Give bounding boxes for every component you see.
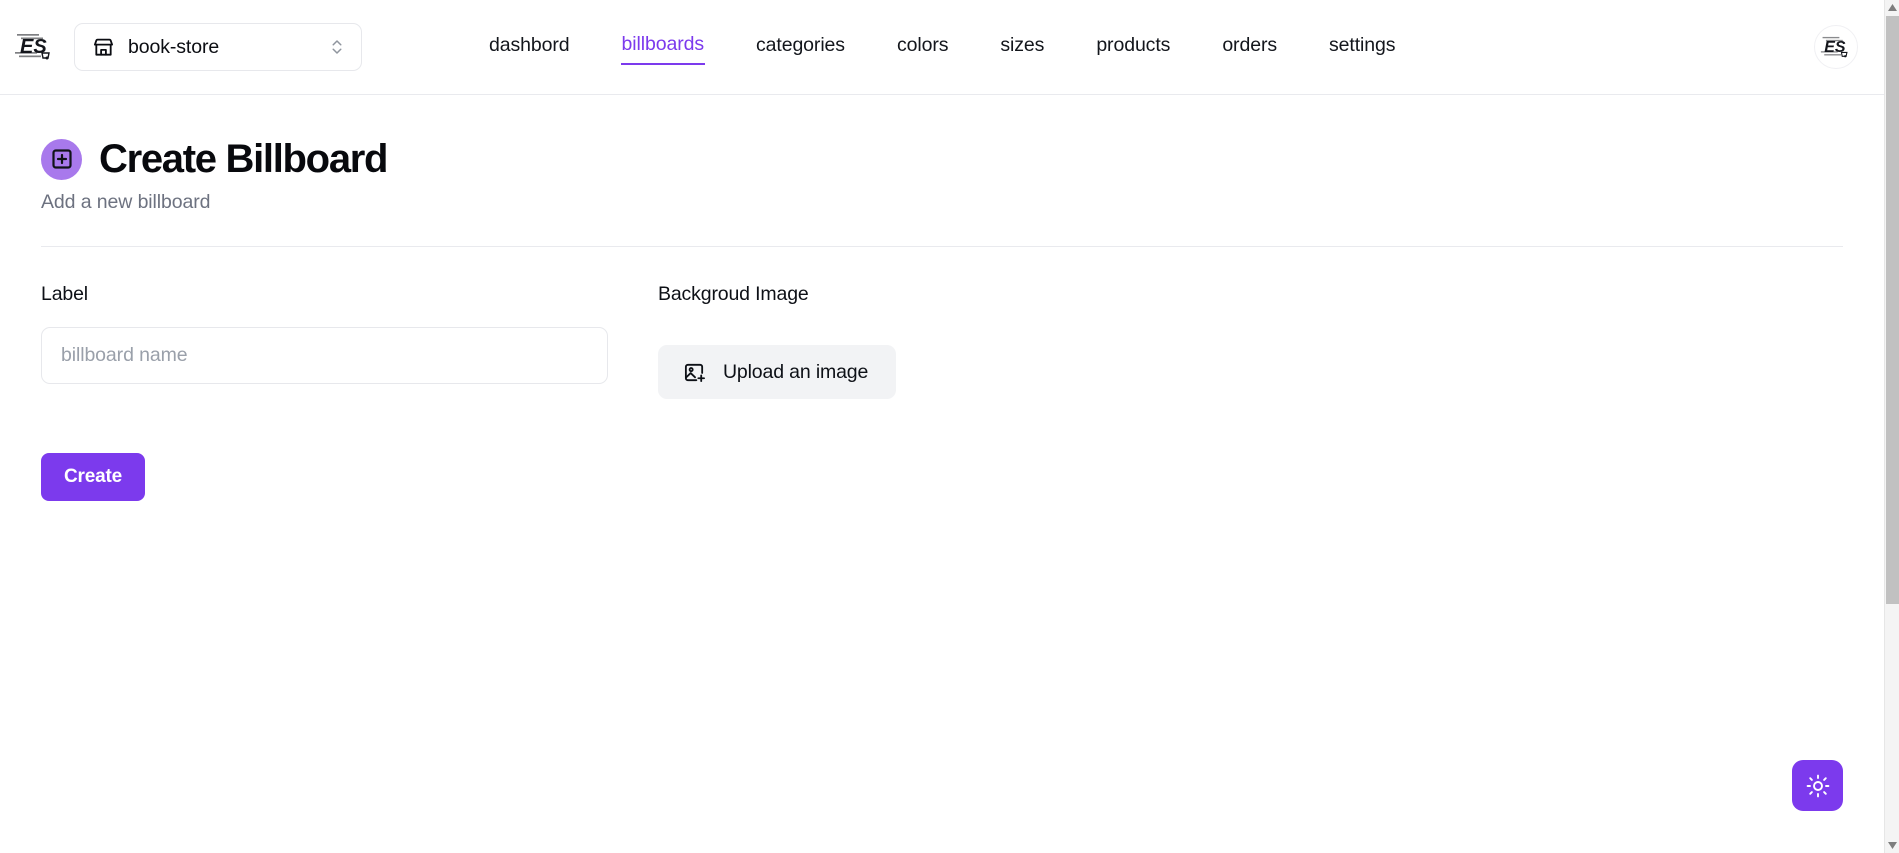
brand-logo-icon: ES	[10, 21, 62, 73]
chevrons-up-down-icon	[328, 38, 346, 56]
page-title: Create Billboard	[99, 137, 388, 181]
label-field-label: Label	[41, 283, 88, 305]
background-image-label: Backgroud Image	[658, 283, 809, 305]
vertical-scrollbar[interactable]	[1884, 0, 1899, 853]
store-icon	[92, 36, 115, 59]
nav-link-dashbord[interactable]: dashbord	[488, 31, 571, 64]
svg-text:ES: ES	[1824, 39, 1846, 56]
nav-link-settings[interactable]: settings	[1328, 31, 1396, 64]
nav-link-categories[interactable]: categories	[755, 31, 846, 64]
page-subtitle: Add a new billboard	[41, 191, 211, 213]
header-separator	[41, 246, 1843, 247]
page-header: Create Billboard	[41, 138, 1884, 180]
scroll-up-arrow-icon[interactable]	[1885, 0, 1899, 15]
sun-icon	[1806, 774, 1830, 798]
image-plus-icon	[683, 361, 706, 384]
nav-link-billboards[interactable]: billboards	[620, 30, 705, 65]
svg-text:ES: ES	[20, 36, 47, 58]
user-avatar[interactable]: ES	[1814, 25, 1858, 69]
nav-link-sizes[interactable]: sizes	[999, 31, 1045, 64]
label-field-group: Label	[41, 283, 608, 399]
page-content: Create Billboard Add a new billboard Lab…	[0, 95, 1884, 501]
app-root: ES book-store dashbord billboards catego…	[0, 0, 1899, 853]
scroll-down-arrow-icon[interactable]	[1885, 838, 1899, 853]
store-switcher-value: book-store	[128, 35, 220, 58]
nav-link-orders[interactable]: orders	[1221, 31, 1278, 64]
upload-image-button[interactable]: Upload an image	[658, 345, 897, 399]
theme-toggle-button[interactable]	[1792, 760, 1843, 811]
main-navigation: dashbord billboards categories colors si…	[488, 30, 1796, 65]
background-image-field-group: Backgroud Image Upload an image	[658, 283, 897, 399]
scrollbar-thumb[interactable]	[1886, 16, 1899, 604]
nav-link-colors[interactable]: colors	[896, 31, 949, 64]
square-plus-icon	[41, 138, 82, 180]
upload-image-button-label: Upload an image	[723, 360, 869, 383]
nav-link-products[interactable]: products	[1095, 31, 1171, 64]
billboard-form: Label Backgroud Image	[41, 283, 1884, 399]
create-button[interactable]: Create	[41, 453, 145, 501]
top-navigation-bar: ES book-store dashbord billboards catego…	[0, 0, 1884, 95]
billboard-label-input[interactable]	[41, 327, 608, 384]
store-switcher-button[interactable]: book-store	[74, 23, 362, 71]
